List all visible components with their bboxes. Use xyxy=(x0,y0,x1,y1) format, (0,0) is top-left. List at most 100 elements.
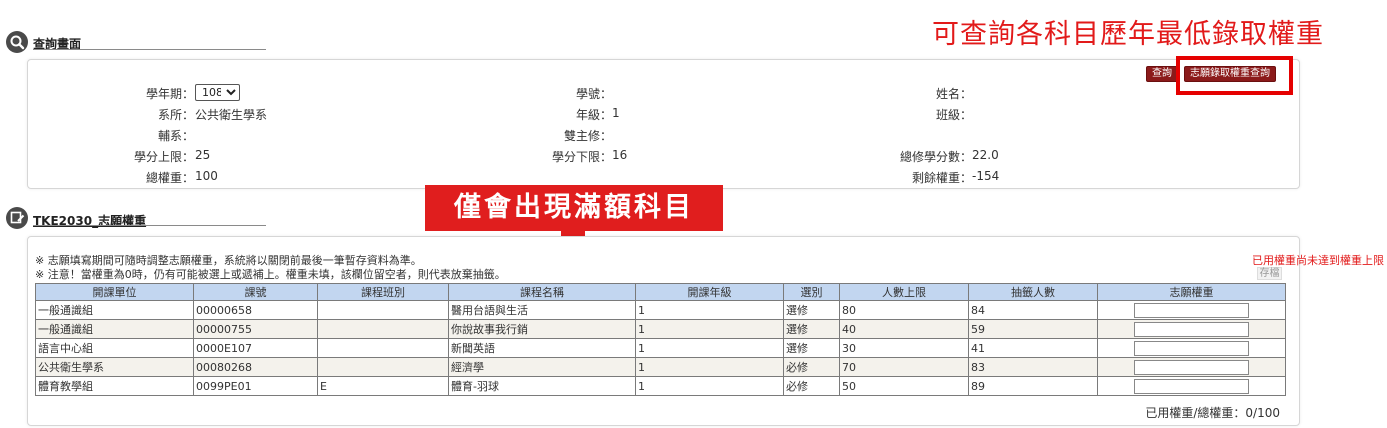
weight-input[interactable] xyxy=(1134,321,1249,337)
credit-max-label: 學分上限： xyxy=(133,150,194,164)
col-weight: 志願權重 xyxy=(1097,283,1286,301)
cell-unit: 一般通識組 xyxy=(35,319,194,339)
term-select[interactable]: 1082 xyxy=(195,84,240,101)
cell-year: 1 xyxy=(635,376,784,396)
col-draw: 抽籤人數 xyxy=(968,283,1098,301)
cell-draw: 83 xyxy=(968,357,1098,377)
cell-class xyxy=(317,300,449,320)
total-weight-label: 總權重： xyxy=(145,171,194,185)
total-credits-label: 總修學分數： xyxy=(899,150,972,164)
weight-section-divider xyxy=(33,225,266,226)
grade-label: 年級： xyxy=(575,108,612,122)
cell-weight xyxy=(1097,319,1286,339)
total-credits-value: 22.0 xyxy=(972,148,999,162)
weight-section-title: TKE2030_志願權重 xyxy=(33,214,147,228)
name-label: 姓名： xyxy=(935,87,972,101)
cell-unit: 體育教學組 xyxy=(35,376,194,396)
query-section-divider xyxy=(33,49,266,50)
cell-year: 1 xyxy=(635,357,784,377)
query-button[interactable]: 查詢 xyxy=(1146,66,1178,82)
class-label: 班級： xyxy=(935,108,972,122)
cell-limit: 70 xyxy=(839,357,969,377)
term-label: 學年期： xyxy=(145,87,194,101)
weight-total: 已用權重/總權重：0/100 xyxy=(1145,406,1280,420)
annotation-weight-history: 可查詢各科目歷年最低錄取權重 xyxy=(932,19,1324,50)
cell-draw: 41 xyxy=(968,338,1098,358)
table-row: 公共衛生學系 00080268 經濟學 1 必修 70 83 xyxy=(35,357,1286,377)
dept-label: 系所： xyxy=(157,108,194,122)
remaining-weight-label: 剩餘權重： xyxy=(911,171,972,185)
cell-class: E xyxy=(317,376,449,396)
cell-type: 選修 xyxy=(783,338,840,358)
cell-class xyxy=(317,357,449,377)
cell-draw: 89 xyxy=(968,376,1098,396)
weight-input[interactable] xyxy=(1134,359,1249,375)
col-name: 課程名稱 xyxy=(448,283,636,301)
student-id-label: 學號： xyxy=(575,87,612,101)
col-year: 開課年級 xyxy=(635,283,784,301)
col-class: 課程班別 xyxy=(317,283,449,301)
note-zero-weight: ※ 注意！當權重為0時，仍有可能被選上或遞補上。權重未填，該欄位留空者，則代表放… xyxy=(35,268,506,281)
cell-limit: 30 xyxy=(839,338,969,358)
cell-weight xyxy=(1097,376,1286,396)
table-row: 一般通識組 00000755 你說故事我行銷 1 選修 40 59 xyxy=(35,319,1286,339)
cell-code: 00080268 xyxy=(193,357,318,377)
cell-type: 必修 xyxy=(783,357,840,377)
cell-name: 體育-羽球 xyxy=(448,376,636,396)
cell-code: 0099PE01 xyxy=(193,376,318,396)
remaining-weight-value: -154 xyxy=(972,169,1000,183)
cell-limit: 40 xyxy=(839,319,969,339)
cell-limit: 50 xyxy=(839,376,969,396)
cell-weight xyxy=(1097,338,1286,358)
weight-input[interactable] xyxy=(1134,302,1249,318)
cell-class xyxy=(317,338,449,358)
query-panel xyxy=(27,59,1300,189)
table-row: 語言中心組 0000E107 新聞英語 1 選修 30 41 xyxy=(35,338,1286,358)
cell-name: 新聞英語 xyxy=(448,338,636,358)
cell-code: 0000E107 xyxy=(193,338,318,358)
cell-year: 1 xyxy=(635,319,784,339)
cell-unit: 一般通識組 xyxy=(35,300,194,320)
cell-year: 1 xyxy=(635,338,784,358)
cell-type: 選修 xyxy=(783,300,840,320)
credit-min-label: 學分下限： xyxy=(551,150,612,164)
table-header-row: 開課單位 課號 課程班別 課程名稱 開課年級 選別 人數上限 抽籤人數 志願權重 xyxy=(35,283,1286,301)
weight-limit-note: 已用權重尚未達到權重上限 xyxy=(1252,254,1384,267)
col-limit: 人數上限 xyxy=(839,283,969,301)
table-row: 一般通識組 00000658 醫用台語與生活 1 選修 80 84 xyxy=(35,300,1286,320)
weight-input[interactable] xyxy=(1134,378,1249,394)
credit-max-value: 25 xyxy=(195,148,211,162)
total-weight-value: 100 xyxy=(195,169,218,183)
weight-input[interactable] xyxy=(1134,340,1249,356)
weight-query-button[interactable]: 志願錄取權重查詢 xyxy=(1184,66,1276,82)
col-unit: 開課單位 xyxy=(35,283,194,301)
credit-min-value: 16 xyxy=(612,148,628,162)
double-major-label: 雙主修： xyxy=(563,129,612,143)
col-type: 選別 xyxy=(783,283,840,301)
cell-limit: 80 xyxy=(839,300,969,320)
cell-type: 必修 xyxy=(783,376,840,396)
cell-weight xyxy=(1097,357,1286,377)
grade-value: 1 xyxy=(612,106,620,120)
cell-unit: 公共衛生學系 xyxy=(35,357,194,377)
dept-value: 公共衛生學系 xyxy=(195,108,268,122)
cell-name: 你說故事我行銷 xyxy=(448,319,636,339)
cell-code: 00000755 xyxy=(193,319,318,339)
cell-code: 00000658 xyxy=(193,300,318,320)
cell-year: 1 xyxy=(635,300,784,320)
annotation-full-courses: 僅會出現滿額科目 xyxy=(425,185,723,231)
cell-draw: 59 xyxy=(968,319,1098,339)
col-code: 課號 xyxy=(193,283,318,301)
save-button[interactable]: 存檔 xyxy=(1257,267,1282,280)
cell-name: 經濟學 xyxy=(448,357,636,377)
search-icon xyxy=(6,31,28,53)
minor-label: 輔系： xyxy=(157,129,194,143)
table-row: 體育教學組 0099PE01 E 體育-羽球 1 必修 50 89 xyxy=(35,376,1286,396)
cell-class xyxy=(317,319,449,339)
cell-name: 醫用台語與生活 xyxy=(448,300,636,320)
edit-icon xyxy=(6,207,28,229)
weight-table: 開課單位 課號 課程班別 課程名稱 開課年級 選別 人數上限 抽籤人數 志願權重… xyxy=(35,283,1286,396)
cell-draw: 84 xyxy=(968,300,1098,320)
cell-type: 選修 xyxy=(783,319,840,339)
cell-unit: 語言中心組 xyxy=(35,338,194,358)
